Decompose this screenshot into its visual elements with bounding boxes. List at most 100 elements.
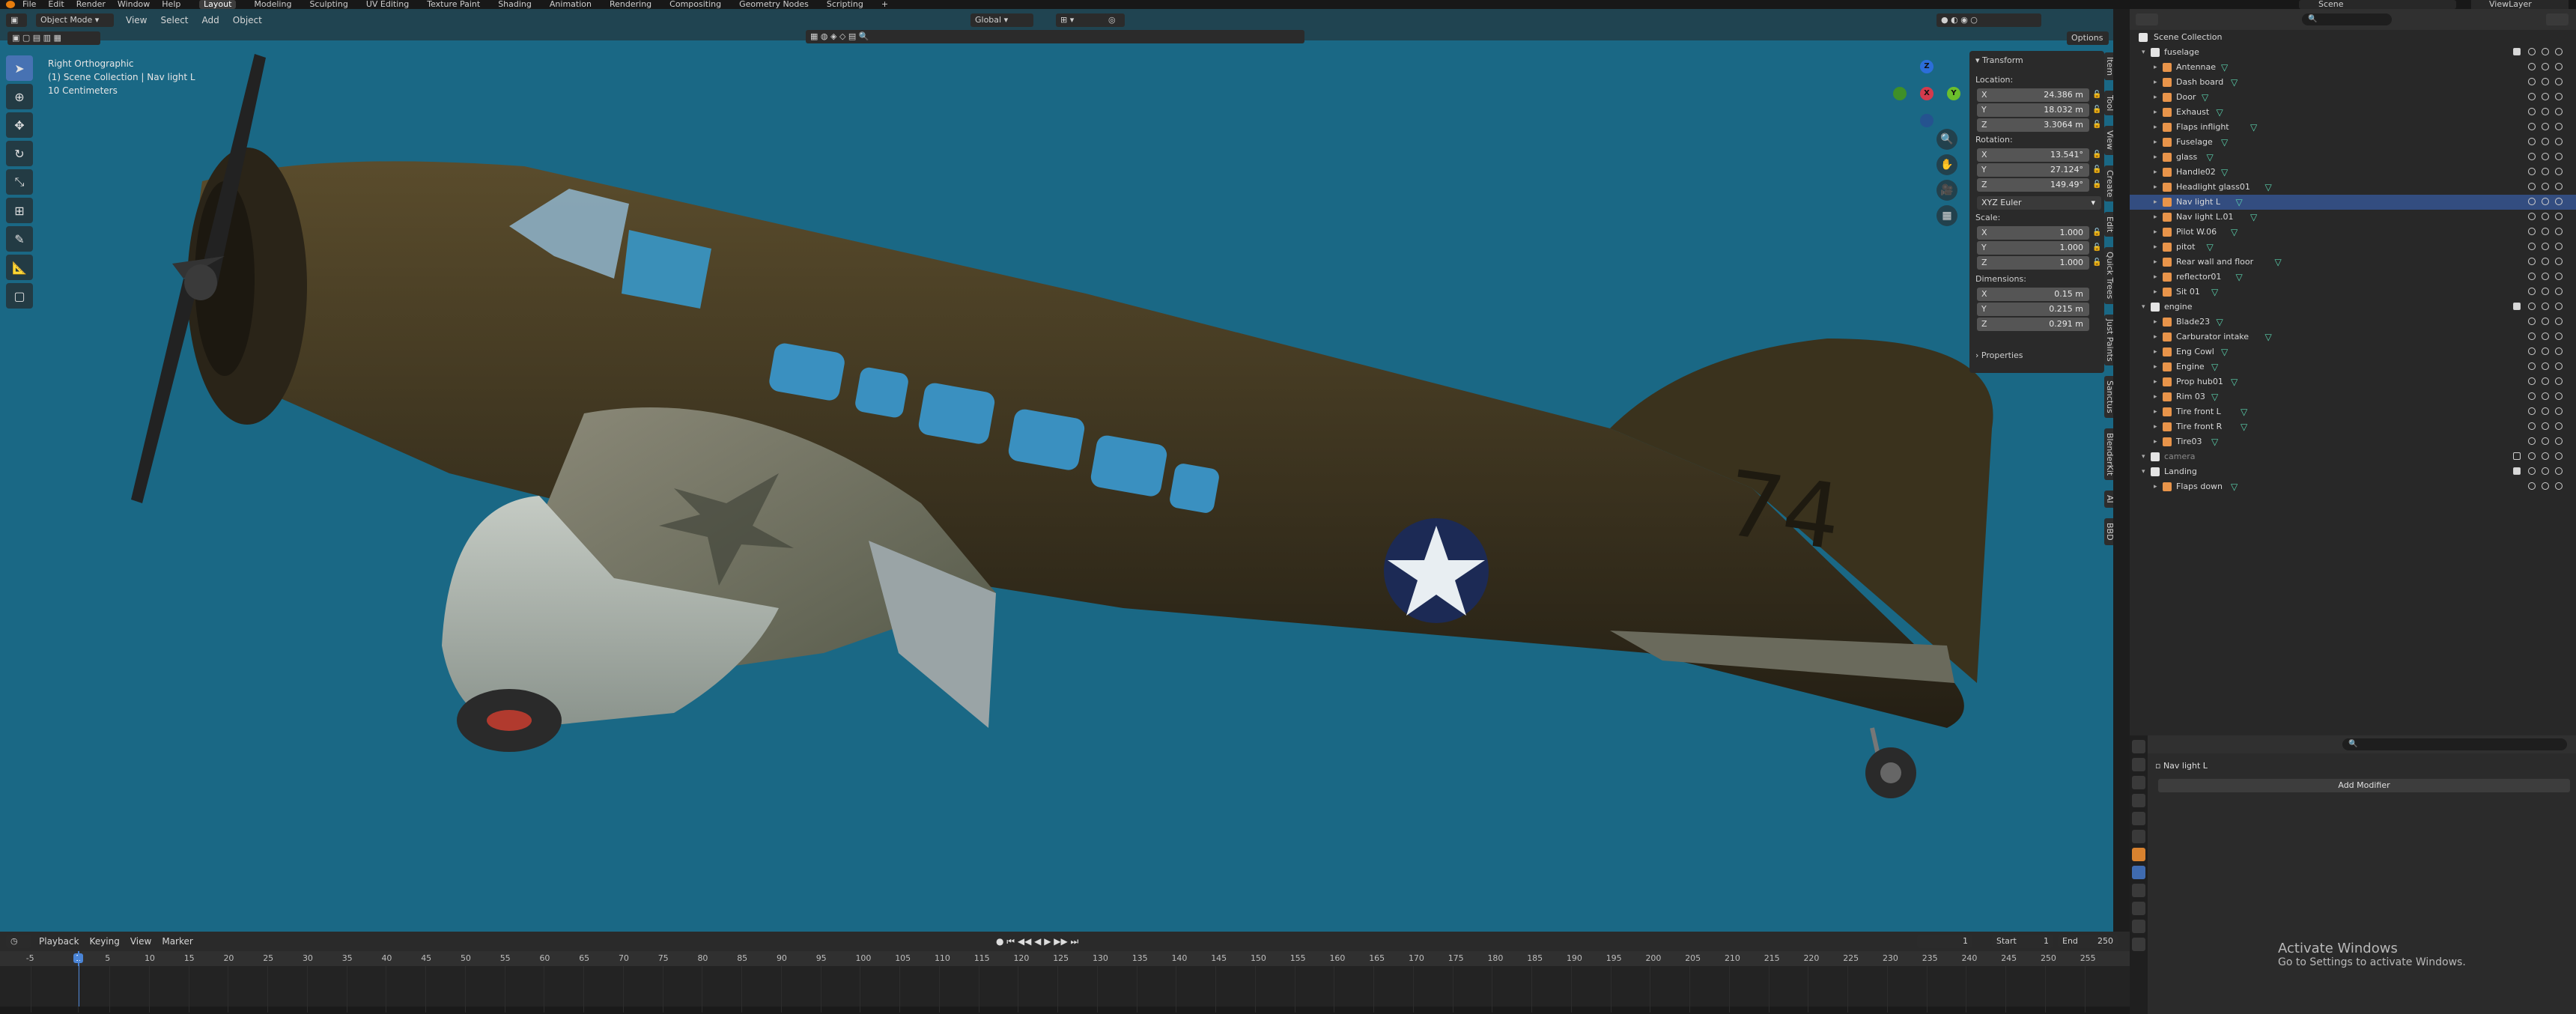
expand-arrow-icon[interactable]: ▸ [2154, 240, 2157, 255]
modifier-tab-icon[interactable] [2132, 866, 2145, 879]
expand-arrow-icon[interactable]: ▸ [2154, 75, 2157, 90]
outliner-object-row[interactable]: ▸ Tire03 ▽ [2130, 434, 2576, 449]
outliner-object-row[interactable]: ▸ Rim 03 ▽ [2130, 389, 2576, 404]
lock-icon[interactable]: 🔓 [2092, 258, 2101, 267]
select-toggle-icon[interactable] [2528, 437, 2536, 445]
viewport-filter-bar[interactable]: ▦ ◍ ◈ ◇ ▤ 🔍 [806, 30, 1304, 43]
mesh-data-icon[interactable]: ▽ [2231, 479, 2238, 494]
camera-render-icon[interactable] [2555, 333, 2563, 340]
camera-render-icon[interactable] [2555, 213, 2563, 220]
expand-arrow-icon[interactable]: ▸ [2154, 479, 2157, 494]
workspace-tab[interactable]: Geometry Nodes [739, 0, 809, 9]
expand-arrow-icon[interactable]: ▸ [2154, 165, 2157, 180]
menu-edit[interactable]: Edit [48, 0, 64, 9]
eye-icon[interactable] [2542, 392, 2549, 400]
mesh-data-icon[interactable]: ▽ [2236, 270, 2243, 285]
zoom-icon[interactable]: 🔍 [1936, 129, 1957, 150]
airplane-model[interactable]: 74 [0, 9, 2113, 932]
output-tab-icon[interactable] [2132, 776, 2145, 789]
select-toggle-icon[interactable] [2528, 228, 2536, 235]
expand-chevron-icon[interactable]: ▾ [2142, 45, 2145, 60]
constraints-tab-icon[interactable] [2132, 920, 2145, 933]
lock-icon[interactable]: 🔓 [2092, 151, 2101, 160]
mesh-data-icon[interactable]: ▽ [2221, 165, 2228, 180]
eye-icon[interactable] [2542, 78, 2549, 85]
eye-icon[interactable] [2542, 213, 2549, 220]
lock-icon[interactable]: 🔓 [2092, 121, 2101, 130]
select-toggle-icon[interactable] [2528, 452, 2536, 460]
outliner-collection-row[interactable]: ▾ camera [2130, 449, 2576, 464]
camera-render-icon[interactable] [2555, 482, 2563, 490]
select-toggle-icon[interactable] [2528, 482, 2536, 490]
lock-icon[interactable]: 🔓 [2092, 243, 2101, 252]
playback-controls[interactable]: ● ⏮ ◀◀ ◀ ▶ ▶▶ ⏭ [996, 935, 1078, 948]
dimensions-x-field[interactable]: X 0.15 m [1977, 288, 2089, 301]
workspace-tab[interactable]: Modeling [254, 0, 291, 9]
eye-icon[interactable] [2542, 228, 2549, 235]
select-toggle-icon[interactable] [2528, 288, 2536, 295]
scene-tab-icon[interactable] [2132, 812, 2145, 825]
expand-arrow-icon[interactable]: ▸ [2154, 255, 2157, 270]
timeline-menu-view[interactable]: View [130, 935, 151, 948]
select-toggle-icon[interactable] [2528, 303, 2536, 310]
scale-z-field[interactable]: Z 1.000 [1977, 256, 2089, 270]
add-cube-tool[interactable]: ▢ [6, 283, 33, 309]
start-frame-field[interactable]: Start 1 [1992, 935, 2053, 948]
select-toggle-icon[interactable] [2528, 93, 2536, 100]
location-x-field[interactable]: X 24.386 m [1977, 88, 2089, 102]
camera-render-icon[interactable] [2555, 123, 2563, 130]
mesh-data-icon[interactable]: ▽ [2265, 180, 2272, 195]
outliner-object-row[interactable]: ▸ Pilot W.06 ▽ [2130, 225, 2576, 240]
view-layer-tab-icon[interactable] [2132, 794, 2145, 807]
options-button[interactable]: Options [2067, 31, 2109, 45]
select-toggle-icon[interactable] [2528, 467, 2536, 475]
outliner-root[interactable]: Scene Collection [2130, 30, 2576, 45]
orientation-dropdown[interactable]: Global ▾ [970, 13, 1033, 27]
workspace-tab[interactable]: Animation [550, 0, 592, 9]
eye-icon[interactable] [2542, 273, 2549, 280]
eye-icon[interactable] [2542, 123, 2549, 130]
expand-arrow-icon[interactable]: ▸ [2154, 195, 2157, 210]
timeline-menu-marker[interactable]: Marker [162, 935, 192, 948]
rotation-mode-dropdown[interactable]: XYZ Euler ▾ [1977, 196, 2101, 210]
expand-chevron-icon[interactable]: ▾ [2142, 449, 2145, 464]
mesh-data-icon[interactable]: ▽ [2236, 195, 2243, 210]
mesh-data-icon[interactable]: ▽ [2221, 135, 2228, 150]
expand-arrow-icon[interactable]: ▸ [2154, 135, 2157, 150]
mesh-data-icon[interactable]: ▽ [2211, 389, 2218, 404]
outliner-object-row[interactable]: ▸ Tire front R ▽ [2130, 419, 2576, 434]
workspace-tab[interactable]: Shading [498, 0, 532, 9]
eye-icon[interactable] [2542, 437, 2549, 445]
eye-icon[interactable] [2542, 303, 2549, 310]
sidebar-tab-item[interactable]: Item [2104, 52, 2113, 81]
render-tab-icon[interactable] [2132, 758, 2145, 771]
data-tab-icon[interactable] [2132, 938, 2145, 951]
camera-render-icon[interactable] [2555, 93, 2563, 100]
eye-icon[interactable] [2542, 93, 2549, 100]
shading-modes[interactable]: ● ◐ ◉ ○ [1936, 13, 2041, 27]
camera-render-icon[interactable] [2555, 138, 2563, 145]
expand-arrow-icon[interactable]: ▸ [2154, 359, 2157, 374]
blender-logo-icon[interactable] [6, 1, 15, 8]
menu-help[interactable]: Help [162, 0, 180, 9]
select-toggle-icon[interactable] [2528, 258, 2536, 265]
eye-icon[interactable] [2542, 258, 2549, 265]
expand-arrow-icon[interactable]: ▸ [2154, 330, 2157, 344]
camera-render-icon[interactable] [2555, 183, 2563, 190]
camera-render-icon[interactable] [2555, 392, 2563, 400]
camera-render-icon[interactable] [2555, 63, 2563, 70]
annotate-tool[interactable]: ✎ [6, 226, 33, 252]
select-toggle-icon[interactable] [2528, 198, 2536, 205]
sidebar-tab-sanctus[interactable]: Sanctus [2104, 376, 2113, 419]
sidebar-tab-ai[interactable]: AI [2104, 491, 2113, 508]
eye-icon[interactable] [2542, 288, 2549, 295]
outliner-search-input[interactable]: 🔍 [2302, 13, 2392, 25]
sidebar-tab-view[interactable]: View [2104, 126, 2113, 155]
sidebar-tab-quick-trees[interactable]: Quick Trees [2104, 247, 2113, 304]
proportional-edit-icon[interactable]: ◎ [1104, 13, 1125, 27]
outliner-object-row[interactable]: ▸ Fuselage ▽ [2130, 135, 2576, 150]
outliner-object-row[interactable]: ▸ Exhaust ▽ [2130, 105, 2576, 120]
view-layer-selector[interactable]: ViewLayer [2471, 0, 2569, 9]
outliner-collection-row[interactable]: ▾ Landing [2130, 464, 2576, 479]
eye-icon[interactable] [2542, 168, 2549, 175]
